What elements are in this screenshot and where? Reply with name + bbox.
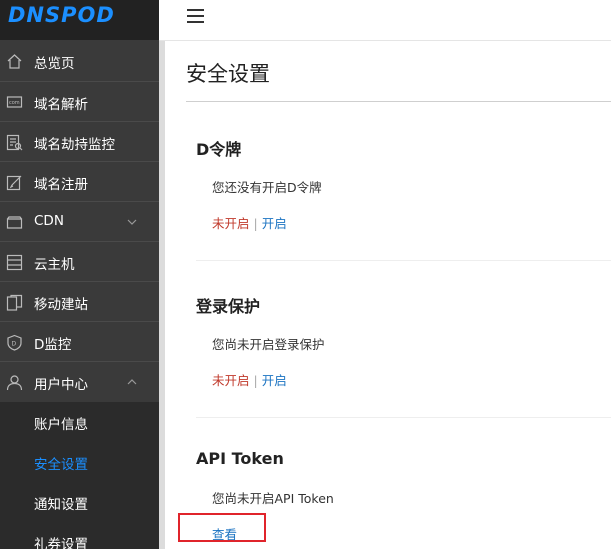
section-title-d-token: D令牌	[196, 140, 242, 159]
submenu-item-account-info[interactable]: 账户信息	[34, 413, 88, 433]
user-center-submenu: 账户信息 安全设置 通知设置 礼券设置	[0, 402, 159, 553]
submenu-item-notification-settings[interactable]: 通知设置	[34, 493, 88, 513]
svg-text:com: com	[9, 100, 20, 106]
section-title-login-protection: 登录保护	[196, 297, 261, 316]
section-desc-login-protection: 您尚未开启登录保护	[212, 337, 325, 352]
sidebar-item-d-monitor[interactable]: D D监控	[0, 322, 159, 362]
sidebar-item-cloud-host[interactable]: 云主机	[0, 242, 159, 282]
sidebar-item-dns[interactable]: com 域名解析	[0, 82, 159, 122]
hamburger-menu-icon[interactable]	[185, 7, 207, 25]
sidebar-item-label: 移动建站	[34, 297, 88, 313]
sidebar-item-label: 云主机	[34, 257, 75, 273]
separator: |	[253, 216, 258, 231]
title-divider	[186, 101, 611, 102]
sidebar-item-label: 用户中心	[34, 377, 88, 393]
sidebar-item-label: CDN	[34, 213, 64, 229]
svg-text:D: D	[12, 341, 17, 348]
sidebar-scrollbar[interactable]	[159, 40, 165, 549]
section-title-api-token: API Token	[196, 449, 284, 468]
view-api-token-link[interactable]: 查看	[212, 524, 237, 543]
status-badge: 未开启	[212, 216, 250, 231]
submenu-item-security-settings[interactable]: 安全设置	[34, 453, 88, 473]
section-divider	[196, 260, 611, 261]
sidebar-item-label: 域名解析	[34, 97, 88, 113]
chevron-down-icon	[127, 219, 137, 225]
sidebar-item-domain-register[interactable]: 域名注册	[0, 162, 159, 202]
sidebar-item-label: 域名注册	[34, 177, 88, 193]
sidebar-item-label: 总览页	[34, 56, 75, 72]
mobile-site-icon	[6, 294, 23, 311]
user-icon	[6, 375, 23, 391]
sidebar-item-label: D监控	[34, 337, 72, 353]
sidebar-item-mobile-site[interactable]: 移动建站	[0, 282, 159, 322]
logo-text: DNSPOD	[8, 3, 115, 27]
enable-login-protection-link[interactable]: 开启	[262, 373, 287, 388]
sidebar-item-overview[interactable]: 总览页	[0, 41, 159, 81]
sidebar: DNSPOD 总览页 com 域名解析 域名劫持监控 域名注册 CDN 云主机 …	[0, 0, 159, 553]
sidebar-item-hijack-monitor[interactable]: 域名劫持监控	[0, 122, 159, 162]
section-desc-api-token: 您尚未开启API Token	[212, 491, 334, 506]
status-row-d-token: 未开启 | 开启	[212, 213, 287, 232]
separator: |	[253, 373, 258, 388]
edit-icon	[6, 175, 22, 191]
section-desc-d-token: 您还没有开启D令牌	[212, 180, 322, 195]
sidebar-item-label: 域名劫持监控	[34, 137, 115, 153]
enable-d-token-link[interactable]: 开启	[262, 216, 287, 231]
dns-icon: com	[6, 96, 23, 108]
chevron-up-icon	[127, 379, 137, 385]
monitor-list-icon	[6, 134, 23, 151]
submenu-item-coupon-settings[interactable]: 礼券设置	[34, 533, 88, 553]
cloud-icon	[6, 216, 23, 229]
section-divider	[196, 417, 611, 418]
shield-icon: D	[7, 334, 22, 351]
home-icon	[7, 54, 22, 69]
status-row-login-protection: 未开启 | 开启	[212, 370, 287, 389]
server-icon	[6, 254, 23, 271]
page-title: 安全设置	[186, 62, 270, 86]
sidebar-item-cdn[interactable]: CDN	[0, 202, 159, 242]
logo[interactable]: DNSPOD	[0, 0, 159, 40]
status-badge: 未开启	[212, 373, 250, 388]
sidebar-item-user-center[interactable]: 用户中心	[0, 362, 159, 402]
top-bar	[159, 0, 611, 41]
